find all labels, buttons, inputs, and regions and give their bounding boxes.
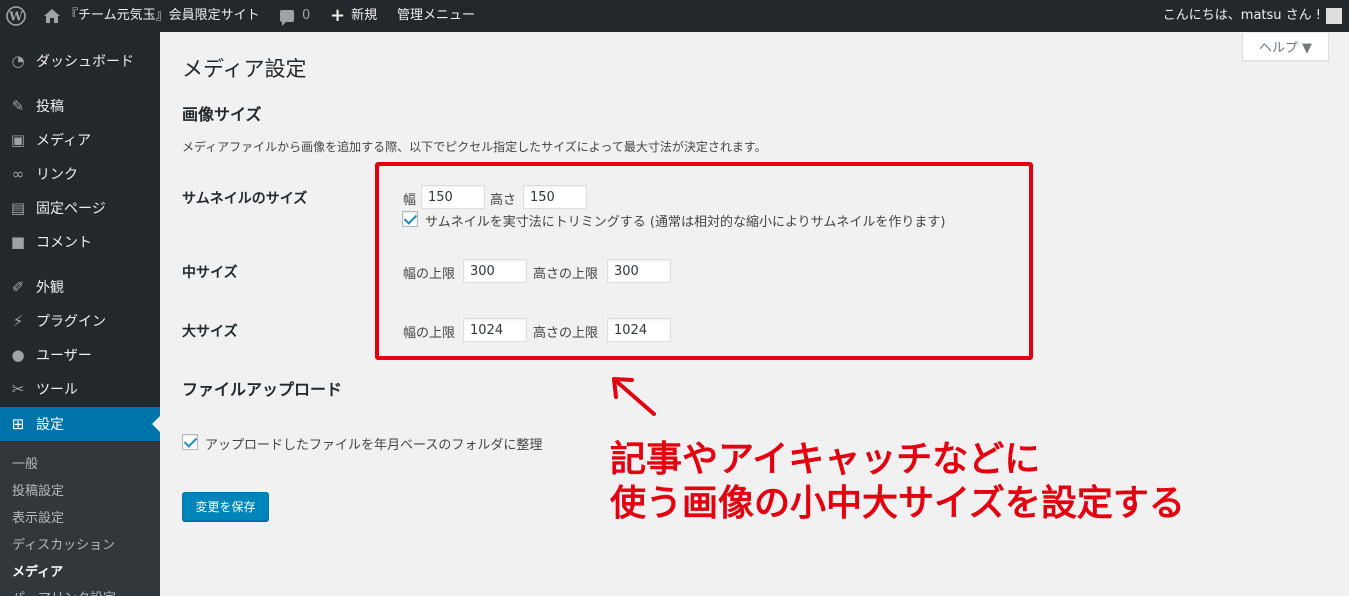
sidebar-item-dashboard[interactable]: ◔ ダッシュボード: [0, 44, 160, 78]
sidebar-item-tools[interactable]: ✂ ツール: [0, 372, 160, 406]
comments-count: 0: [302, 8, 311, 23]
sidebar-item-comments[interactable]: ■ コメント: [0, 225, 160, 259]
admin-sidebar: ◔ ダッシュボード ✎ 投稿 ▣ メディア ∞ リンク ▤ 固定ページ ■ コメ…: [0, 32, 160, 596]
sidebar-item-plugins[interactable]: ⚡ プラグイン: [0, 304, 160, 338]
sidebar-item-label: 設定: [36, 417, 64, 433]
admin-bar: W 『チーム元気玉』会員限定サイト 0 + 新規 管理メニュー こんにちは、ma…: [0, 0, 1349, 32]
home-icon[interactable]: [44, 0, 62, 32]
submenu-item-discussion[interactable]: ディスカッション: [12, 534, 115, 553]
sidebar-item-appearance[interactable]: ✐ 外観: [0, 270, 160, 304]
sidebar-item-label: リンク: [36, 167, 78, 183]
image-sizes-description: メディアファイルから画像を追加する際、以下でピクセル指定したサイズによって最大寸…: [182, 140, 767, 154]
wordpress-logo-icon[interactable]: W: [6, 0, 28, 32]
plugin-icon: ⚡: [12, 312, 24, 330]
submenu-item-media[interactable]: メディア: [12, 561, 63, 580]
large-size-label: 大サイズ: [182, 324, 238, 340]
new-content-label: 新規: [351, 8, 378, 23]
dashboard-icon: ◔: [11, 52, 25, 70]
sidebar-item-label: コメント: [36, 235, 92, 251]
user-icon: ●: [11, 346, 25, 364]
sidebar-item-label: 外観: [36, 280, 64, 296]
image-sizes-heading: 画像サイズ: [182, 105, 262, 124]
save-changes-button[interactable]: 変更を保存: [182, 492, 269, 521]
page-icon: ▤: [10, 199, 26, 217]
organize-uploads-label: アップロードしたファイルを年月ベースのフォルダに整理: [205, 438, 543, 453]
annotation-highlight-box: [375, 162, 1033, 360]
settings-submenu: 一般 投稿設定 表示設定 ディスカッション メディア パーマリンク設定: [0, 442, 160, 596]
comment-icon: ■: [10, 233, 26, 251]
sidebar-item-settings[interactable]: ⊞ 設定: [0, 407, 160, 441]
sidebar-item-pages[interactable]: ▤ 固定ページ: [0, 191, 160, 225]
new-content-link[interactable]: + 新規: [330, 0, 377, 32]
sidebar-item-posts[interactable]: ✎ 投稿: [0, 89, 160, 123]
svg-text:W: W: [8, 10, 23, 24]
sidebar-item-label: ツール: [36, 382, 78, 398]
submenu-item-writing[interactable]: 投稿設定: [12, 480, 64, 499]
comments-link[interactable]: 0: [280, 0, 310, 32]
admin-menu-link[interactable]: 管理メニュー: [397, 0, 475, 32]
sidebar-item-media[interactable]: ▣ メディア: [0, 123, 160, 157]
medium-size-label: 中サイズ: [182, 265, 238, 281]
submenu-item-reading[interactable]: 表示設定: [12, 507, 64, 526]
settings-icon: ⊞: [11, 415, 25, 433]
sidebar-item-label: ユーザー: [36, 348, 92, 364]
annotation-text-line2: 使う画像の小中大サイズを設定する: [610, 483, 1185, 524]
site-name-link[interactable]: 『チーム元気玉』会員限定サイト: [65, 0, 260, 32]
sidebar-item-label: 固定ページ: [36, 201, 106, 217]
sidebar-item-links[interactable]: ∞ リンク: [0, 157, 160, 191]
sidebar-item-label: 投稿: [36, 99, 64, 115]
comment-bubble-icon: [280, 10, 294, 26]
help-tab-button[interactable]: ヘルプ ▼: [1242, 33, 1329, 61]
sidebar-item-label: ダッシュボード: [36, 54, 134, 70]
annotation-arrow-icon: [612, 377, 656, 416]
plus-icon: +: [330, 5, 346, 26]
sidebar-item-users[interactable]: ● ユーザー: [0, 338, 160, 372]
pin-icon: ✎: [11, 97, 25, 115]
thumbnail-size-label: サムネイルのサイズ: [182, 191, 308, 207]
user-greeting[interactable]: こんにちは、matsu さん !: [1163, 0, 1321, 32]
submenu-item-general[interactable]: 一般: [12, 453, 38, 472]
page-title: メディア設定: [182, 57, 307, 81]
organize-uploads-checkbox[interactable]: [182, 434, 198, 450]
file-uploads-heading: ファイルアップロード: [182, 380, 343, 399]
link-icon: ∞: [11, 165, 25, 183]
avatar[interactable]: [1326, 8, 1342, 24]
submenu-item-permalinks[interactable]: パーマリンク設定: [12, 587, 116, 596]
wrench-icon: ✂: [11, 380, 25, 398]
media-icon: ▣: [10, 131, 26, 149]
sidebar-item-label: プラグイン: [36, 314, 106, 330]
brush-icon: ✐: [11, 278, 25, 296]
sidebar-item-label: メディア: [36, 133, 92, 149]
